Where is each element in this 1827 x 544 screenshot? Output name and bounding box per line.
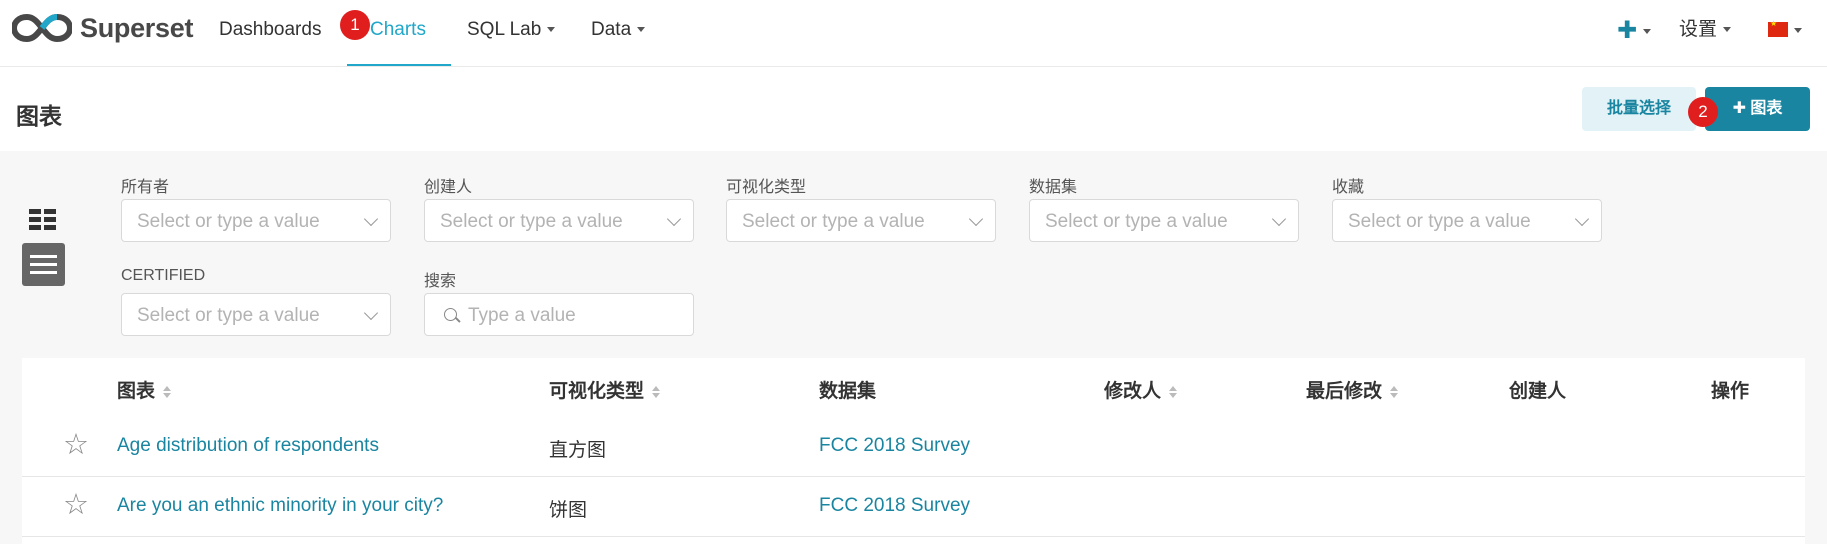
nav-data[interactable]: Data: [591, 18, 646, 42]
chevron-down-icon: [363, 305, 379, 321]
caret-down-icon: [637, 27, 646, 33]
sort-icon: [652, 385, 661, 398]
list-view-icon[interactable]: [22, 243, 65, 286]
column-header-modified-by[interactable]: 修改人: [1104, 376, 1178, 403]
viz-type-cell: 直方图: [549, 440, 607, 461]
settings-menu-label: 设置: [1679, 19, 1718, 40]
column-header-modified-by-label: 修改人: [1104, 381, 1162, 402]
caret-down-icon: [1723, 27, 1732, 33]
plus-icon: ✚: [1617, 17, 1638, 44]
column-header-dataset: 数据集: [819, 381, 877, 402]
annotation-badge-2: 2: [1688, 97, 1718, 127]
page-header: 图表: [0, 67, 1827, 151]
chevron-down-icon: [363, 211, 379, 227]
chevron-down-icon: [1271, 211, 1287, 227]
china-flag-icon: [1768, 19, 1788, 37]
dataset-link[interactable]: FCC 2018 Survey: [819, 435, 970, 457]
column-header-actions: 操作: [1711, 381, 1750, 402]
chevron-down-icon: [1574, 211, 1590, 227]
table-row: ☆ Age distribution of respondents 直方图 FC…: [22, 417, 1805, 477]
caret-down-icon: [1794, 28, 1802, 33]
column-header-viz-type-label: 可视化类型: [549, 381, 645, 402]
new-menu[interactable]: ✚: [1617, 16, 1652, 45]
add-chart-button[interactable]: ✚ 图表: [1705, 87, 1810, 131]
search-input[interactable]: Type a value: [424, 293, 694, 336]
chevron-down-icon: [968, 211, 984, 227]
column-header-chart-label: 图表: [117, 381, 156, 402]
nav-charts[interactable]: Charts: [370, 18, 426, 42]
bulk-select-button[interactable]: 批量选择: [1582, 87, 1696, 131]
favorite-star-icon[interactable]: ☆: [63, 491, 89, 520]
chart-name-link[interactable]: Are you an ethnic minority in your city?: [117, 495, 443, 517]
page-title: 图表: [16, 103, 62, 129]
viz-type-select-placeholder: Select or type a value: [742, 211, 925, 232]
nav-charts-active-indicator: [347, 64, 451, 66]
filter-label-dataset: 数据集: [1029, 179, 1078, 196]
search-icon: [444, 308, 457, 321]
filter-label-creator: 创建人: [424, 179, 473, 196]
superset-logo[interactable]: Superset: [12, 12, 193, 44]
dataset-select[interactable]: Select or type a value: [1029, 199, 1299, 242]
sort-icon: [163, 385, 172, 398]
column-header-last-modified-label: 最后修改: [1306, 381, 1383, 402]
nav-sql-lab[interactable]: SQL Lab: [467, 18, 556, 42]
column-header-chart[interactable]: 图表: [117, 376, 172, 403]
nav-dashboards[interactable]: Dashboards: [219, 18, 321, 42]
filter-label-favorite: 收藏: [1332, 179, 1365, 196]
favorite-select-placeholder: Select or type a value: [1348, 211, 1531, 232]
column-header-created-by: 创建人: [1509, 381, 1567, 402]
owner-select-placeholder: Select or type a value: [137, 211, 320, 232]
creator-select[interactable]: Select or type a value: [424, 199, 694, 242]
nav-sql-lab-label: SQL Lab: [467, 19, 542, 40]
owner-select[interactable]: Select or type a value: [121, 199, 391, 242]
favorite-star-icon[interactable]: ☆: [63, 431, 89, 460]
dataset-link[interactable]: FCC 2018 Survey: [819, 495, 970, 517]
viz-type-select[interactable]: Select or type a value: [726, 199, 996, 242]
table-row: ☆ Are you an ethnic minority in your cit…: [22, 477, 1805, 537]
column-header-viz-type[interactable]: 可视化类型: [549, 376, 661, 403]
certified-select-placeholder: Select or type a value: [137, 305, 320, 326]
charts-table: 图表 可视化类型 数据集 修改人 最后修改 创建人 操作 ☆ Age distr…: [22, 358, 1805, 544]
favorite-select[interactable]: Select or type a value: [1332, 199, 1602, 242]
filter-label-search: 搜索: [424, 273, 457, 290]
brand-name: Superset: [80, 12, 194, 43]
dataset-select-placeholder: Select or type a value: [1045, 211, 1228, 232]
filter-label-owner: 所有者: [121, 179, 170, 196]
chevron-down-icon: [666, 211, 682, 227]
sort-icon: [1390, 385, 1399, 398]
viz-type-cell: 饼图: [549, 500, 588, 521]
filter-label-viz-type: 可视化类型: [726, 179, 807, 196]
creator-select-placeholder: Select or type a value: [440, 211, 623, 232]
superset-logo-icon: [12, 13, 72, 43]
chart-name-link[interactable]: Age distribution of respondents: [117, 435, 379, 457]
caret-down-icon: [1643, 29, 1652, 35]
filter-label-certified: CERTIFIED: [121, 267, 206, 284]
column-header-last-modified[interactable]: 最后修改: [1306, 376, 1399, 403]
sort-icon: [1169, 385, 1178, 398]
annotation-badge-1: 1: [340, 10, 370, 40]
card-view-icon[interactable]: [29, 209, 57, 233]
caret-down-icon: [547, 27, 556, 33]
certified-select[interactable]: Select or type a value: [121, 293, 391, 336]
search-input-placeholder: Type a value: [468, 305, 576, 326]
settings-menu[interactable]: 设置: [1679, 18, 1732, 42]
top-navbar: Superset Dashboards Charts SQL Lab Data …: [0, 0, 1827, 67]
nav-data-label: Data: [591, 19, 632, 40]
